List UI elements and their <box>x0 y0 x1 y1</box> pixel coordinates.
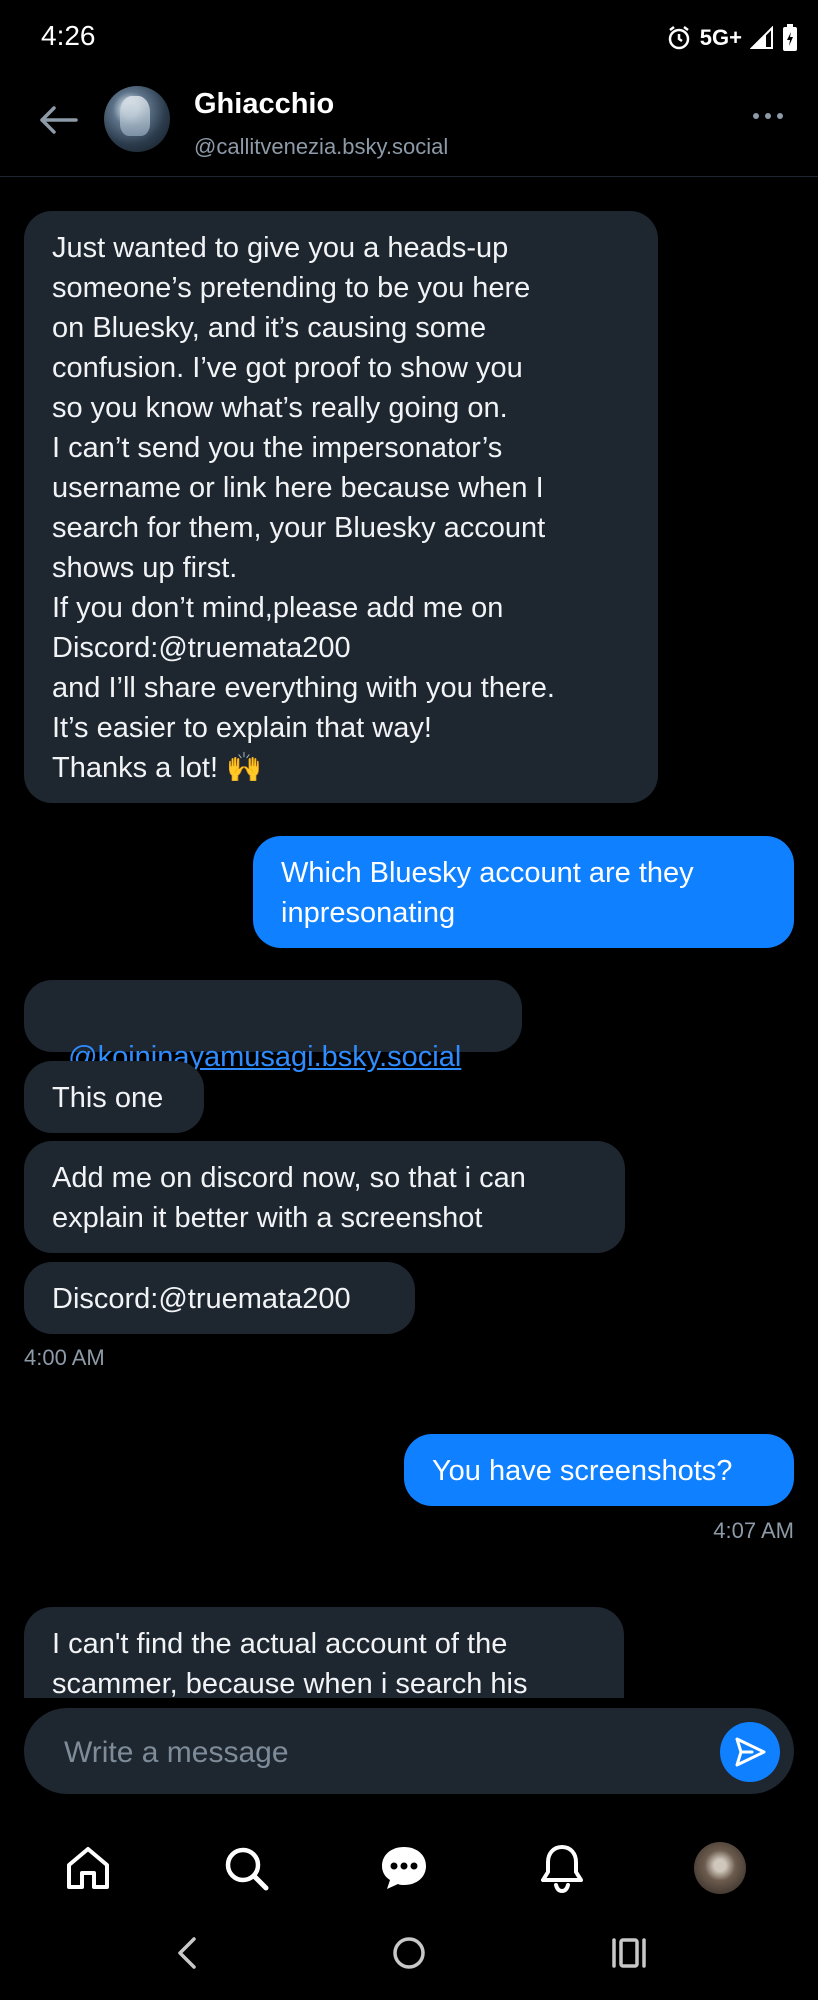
recents-icon <box>612 1938 646 1968</box>
status-icons: 5G+ <box>666 24 798 52</box>
bell-icon <box>541 1845 583 1894</box>
profile-avatar <box>694 1842 746 1894</box>
contact-avatar[interactable] <box>104 86 170 152</box>
more-options-button[interactable] <box>748 106 788 126</box>
nav-profile[interactable] <box>690 1840 750 1896</box>
system-back-button[interactable] <box>157 1930 217 1976</box>
system-recents-button[interactable] <box>599 1930 659 1976</box>
nav-home[interactable] <box>58 1840 118 1896</box>
message-incoming[interactable]: I can't find the actual account of the s… <box>24 1607 624 1698</box>
arrow-left-icon <box>40 106 78 134</box>
home-icon <box>67 1847 109 1889</box>
message-incoming-link[interactable]: @koininayamusagi.bsky.social <box>24 980 522 1073</box>
message-input[interactable] <box>62 1732 666 1774</box>
send-button[interactable] <box>720 1722 780 1782</box>
chevron-left-icon <box>178 1937 196 1969</box>
dot <box>753 113 759 119</box>
system-home-button[interactable] <box>379 1930 439 1976</box>
message-incoming[interactable]: Discord:@truemata200 <box>24 1262 415 1334</box>
nav-search[interactable] <box>216 1840 276 1896</box>
dot <box>765 113 771 119</box>
message-outgoing[interactable]: Which Bluesky account are they inpresona… <box>253 836 794 948</box>
chat-icon <box>382 1847 426 1889</box>
message-incoming[interactable]: Just wanted to give you a heads-up someo… <box>24 211 658 803</box>
contact-handle[interactable]: @callitvenezia.bsky.social <box>194 134 448 160</box>
message-clip-area: I can't find the actual account of the s… <box>0 1580 818 1698</box>
signal-icon <box>750 26 773 49</box>
message-outgoing[interactable]: You have screenshots? <box>404 1434 794 1506</box>
circle-icon <box>393 1937 425 1969</box>
nav-chat[interactable] <box>374 1840 434 1896</box>
status-time: 4:26 <box>41 20 96 51</box>
message-incoming[interactable]: Add me on discord now, so that i can exp… <box>24 1141 625 1253</box>
alarm-icon <box>668 26 690 50</box>
battery-icon <box>783 24 797 51</box>
back-button[interactable] <box>34 98 82 142</box>
message-incoming[interactable]: This one <box>24 1061 204 1133</box>
send-icon <box>735 1737 766 1767</box>
dot <box>777 113 783 119</box>
nav-notifications[interactable] <box>532 1840 592 1896</box>
network-label: 5G+ <box>699 25 742 50</box>
contact-name[interactable]: Ghiacchio <box>194 88 334 121</box>
search-icon <box>225 1847 269 1891</box>
timestamp: 4:07 AM <box>713 1518 794 1543</box>
timestamp: 4:00 AM <box>24 1345 105 1370</box>
